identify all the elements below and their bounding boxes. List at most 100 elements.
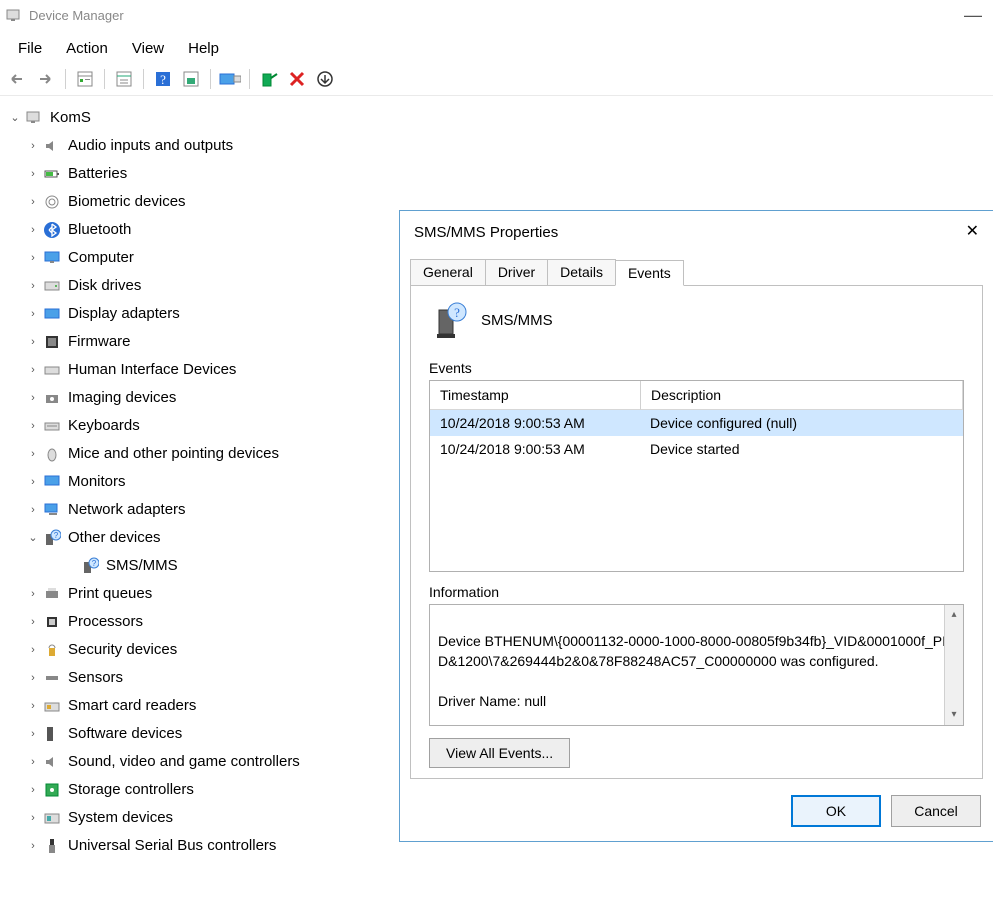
tree-item[interactable]: ›Imaging devices — [4, 384, 424, 412]
tree-item[interactable]: ›Sound, video and game controllers — [4, 748, 424, 776]
fingerprint-icon — [42, 192, 62, 212]
table-row[interactable]: 10/24/2018 9:00:53 AMDevice configured (… — [430, 410, 963, 436]
tree-twisty[interactable]: › — [26, 694, 40, 718]
security-icon — [42, 640, 62, 660]
tab-details[interactable]: Details — [547, 259, 616, 285]
tab-driver[interactable]: Driver — [485, 259, 548, 285]
tree-twisty[interactable]: › — [26, 610, 40, 634]
tab-events[interactable]: Events — [615, 260, 684, 286]
app-icon — [5, 7, 21, 23]
tree-item[interactable]: ›Bluetooth — [4, 216, 424, 244]
smartcard-icon — [42, 696, 62, 716]
tree-twisty[interactable]: ⌄ — [26, 526, 40, 550]
tree-item[interactable]: ›Display adapters — [4, 300, 424, 328]
tree-item[interactable]: ›Software devices — [4, 720, 424, 748]
menubar: File Action View Help — [0, 30, 993, 65]
window-minimize[interactable]: — — [963, 5, 983, 25]
tree-twisty[interactable]: › — [26, 442, 40, 466]
tree-twisty[interactable]: › — [26, 750, 40, 774]
device-name: SMS/MMS — [481, 312, 553, 329]
properties-dialog: SMS/MMS Properties ✕ General Driver Deta… — [399, 210, 993, 842]
tree-twisty[interactable]: › — [26, 134, 40, 158]
tree-twisty[interactable]: › — [26, 638, 40, 662]
tree-twisty[interactable]: › — [26, 302, 40, 326]
tree-item[interactable]: ?SMS/MMS — [4, 552, 424, 580]
table-row[interactable]: 10/24/2018 9:00:53 AMDevice started — [430, 436, 963, 462]
svg-text:?: ? — [454, 305, 460, 320]
properties-icon[interactable] — [112, 67, 136, 91]
tree-twisty[interactable]: › — [26, 470, 40, 494]
tree-twisty[interactable]: › — [26, 246, 40, 270]
unknown-device-icon: ? — [80, 556, 100, 576]
uninstall-icon[interactable] — [257, 67, 281, 91]
tree-twisty[interactable]: › — [26, 778, 40, 802]
tree-twisty[interactable]: › — [26, 358, 40, 382]
cancel-button[interactable]: Cancel — [891, 795, 981, 827]
computer-icon — [24, 108, 44, 128]
view-all-events-button[interactable]: View All Events... — [429, 738, 570, 768]
back-icon[interactable] — [6, 67, 30, 91]
tree-item[interactable]: ›Processors — [4, 608, 424, 636]
tree-item[interactable]: ›Human Interface Devices — [4, 356, 424, 384]
tree-item[interactable]: ›Disk drives — [4, 272, 424, 300]
show-list-icon[interactable] — [73, 67, 97, 91]
tree-twisty[interactable]: › — [26, 162, 40, 186]
tree-twisty[interactable]: › — [26, 330, 40, 354]
scrollbar[interactable]: ▴▾ — [944, 605, 963, 725]
enable-icon[interactable] — [313, 67, 337, 91]
events-label: Events — [429, 360, 964, 376]
tree-item[interactable]: ›System devices — [4, 804, 424, 832]
tree-twisty[interactable]: › — [26, 722, 40, 746]
tree-item[interactable]: ⌄?Other devices — [4, 524, 424, 552]
tree-item[interactable]: ›Universal Serial Bus controllers — [4, 832, 424, 860]
tree-twisty[interactable]: › — [26, 666, 40, 690]
tree-item[interactable]: ›Biometric devices — [4, 188, 424, 216]
tree-item[interactable]: ›Smart card readers — [4, 692, 424, 720]
bluetooth-icon — [42, 220, 62, 240]
device-tree[interactable]: ⌄KomS›Audio inputs and outputs›Batteries… — [0, 96, 428, 868]
tree-twisty[interactable]: › — [26, 274, 40, 298]
tree-twisty[interactable]: › — [26, 386, 40, 410]
tree-item[interactable]: ›Keyboards — [4, 412, 424, 440]
menu-action[interactable]: Action — [54, 38, 120, 59]
menu-file[interactable]: File — [6, 38, 54, 59]
tab-general[interactable]: General — [410, 259, 486, 285]
ok-button[interactable]: OK — [791, 795, 881, 827]
hid-icon — [42, 360, 62, 380]
delete-icon[interactable] — [285, 67, 309, 91]
tree-item[interactable]: ›Storage controllers — [4, 776, 424, 804]
software-icon — [42, 724, 62, 744]
scan-icon[interactable] — [218, 67, 242, 91]
col-description[interactable]: Description — [641, 381, 963, 410]
tree-twisty[interactable]: › — [26, 218, 40, 242]
tree-item[interactable]: ›Batteries — [4, 160, 424, 188]
tree-root[interactable]: ⌄KomS — [4, 104, 424, 132]
tree-twisty[interactable]: › — [26, 806, 40, 830]
tree-twisty[interactable]: › — [26, 582, 40, 606]
tree-item[interactable]: ›Firmware — [4, 328, 424, 356]
battery-icon — [42, 164, 62, 184]
usb-icon — [42, 836, 62, 856]
tree-item[interactable]: ›Network adapters — [4, 496, 424, 524]
tree-twisty[interactable]: › — [26, 414, 40, 438]
dialog-title: SMS/MMS Properties — [414, 224, 558, 241]
firmware-icon — [42, 332, 62, 352]
forward-icon[interactable] — [34, 67, 58, 91]
col-timestamp[interactable]: Timestamp — [430, 381, 641, 410]
tree-item[interactable]: ›Monitors — [4, 468, 424, 496]
help-icon[interactable]: ? — [151, 67, 175, 91]
tree-twisty[interactable]: › — [26, 498, 40, 522]
tree-twisty[interactable]: › — [26, 834, 40, 858]
tree-item[interactable]: ›Security devices — [4, 636, 424, 664]
tree-item[interactable]: ›Print queues — [4, 580, 424, 608]
tree-twisty[interactable]: › — [26, 190, 40, 214]
tree-item[interactable]: ›Mice and other pointing devices — [4, 440, 424, 468]
update-icon[interactable] — [179, 67, 203, 91]
tree-item[interactable]: ›Sensors — [4, 664, 424, 692]
tree-item[interactable]: ›Audio inputs and outputs — [4, 132, 424, 160]
menu-help[interactable]: Help — [176, 38, 231, 59]
monitor-icon — [42, 248, 62, 268]
close-icon[interactable]: ✕ — [966, 221, 979, 241]
menu-view[interactable]: View — [120, 38, 176, 59]
tree-item[interactable]: ›Computer — [4, 244, 424, 272]
